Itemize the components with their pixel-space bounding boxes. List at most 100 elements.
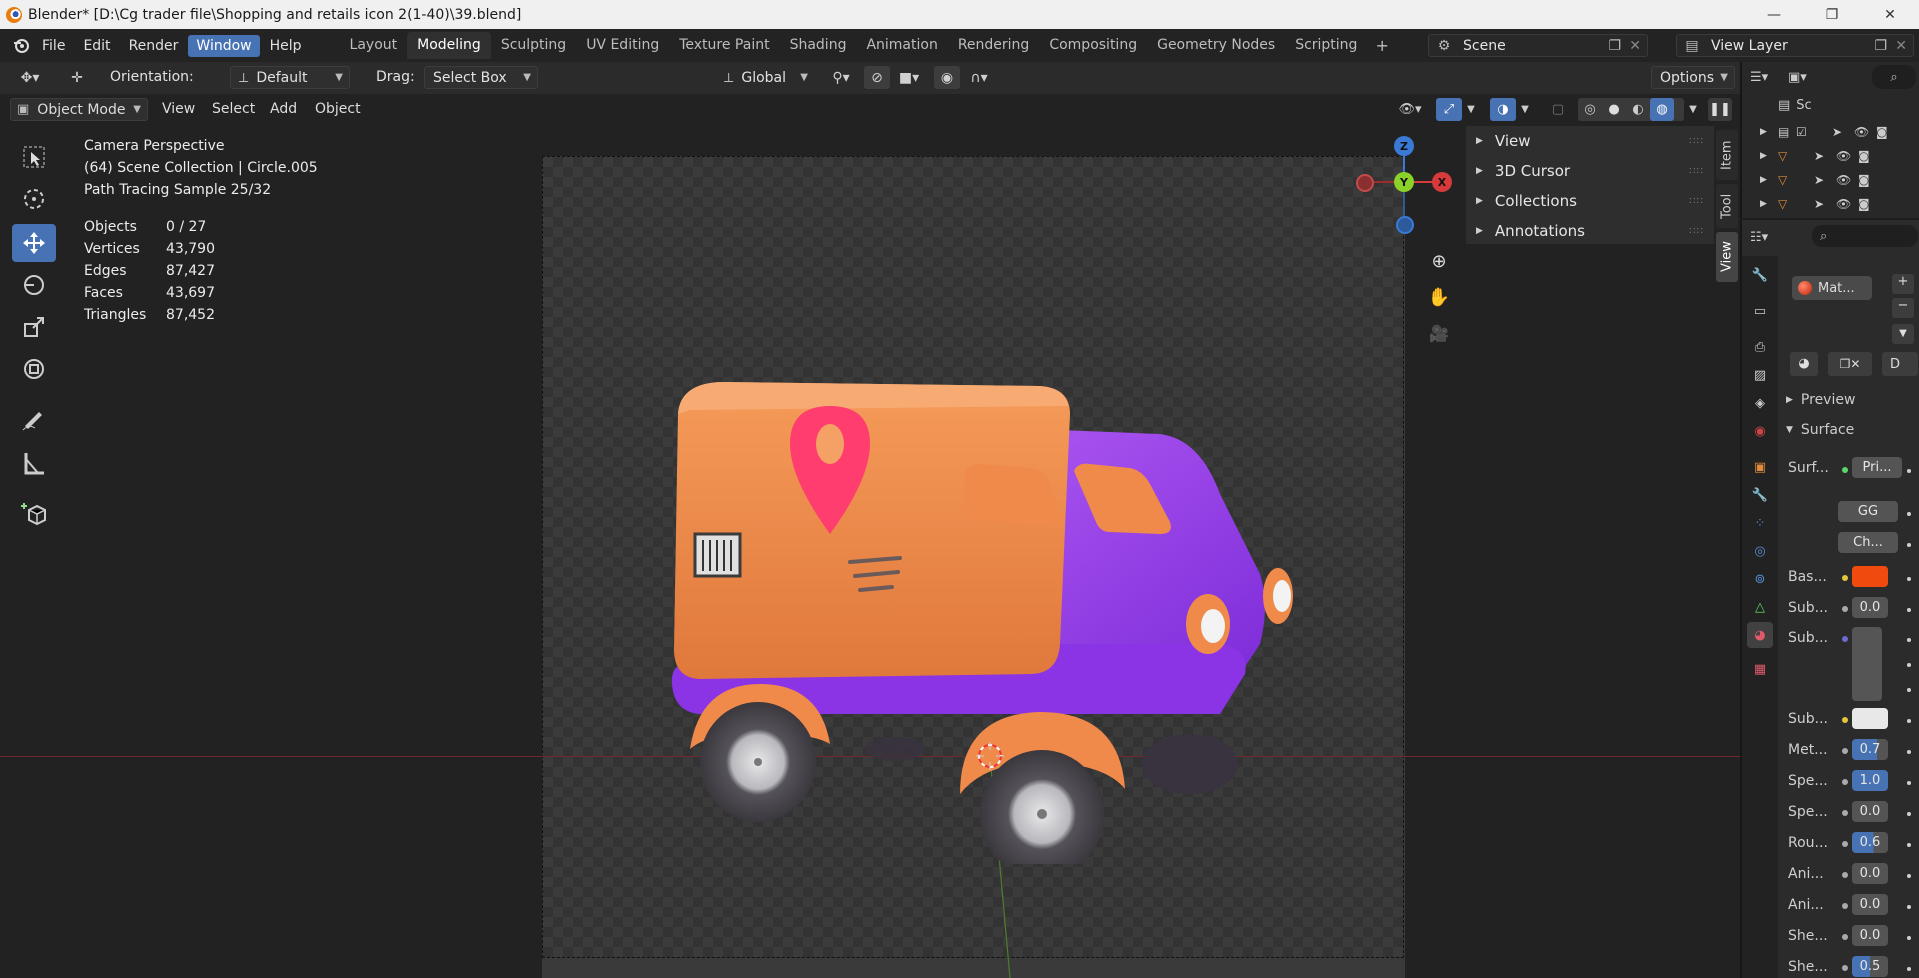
prop-subsurface-color-swatch[interactable] [1852,708,1888,729]
minimize-button[interactable]: — [1745,0,1803,29]
gizmo-z-axis[interactable]: Z [1394,136,1414,156]
prop-sheen-tint-slider[interactable]: 0.5 [1852,956,1888,977]
keyframe-dot-icon[interactable] [1907,843,1911,847]
scene-collection-row[interactable]: ▤ Sc [1778,98,1812,113]
select-arrow-icon[interactable]: ➤ [1814,173,1836,187]
scale-tool[interactable] [12,308,56,346]
xray-toggle-icon[interactable]: ▢ [1546,98,1570,121]
orientation-dropdown[interactable]: ⟂ Default ▼ [230,66,350,89]
pivot-point-icon[interactable]: ⚲▾ [822,66,860,89]
wireframe-shading-icon[interactable]: ◎ [1578,102,1602,117]
remove-slot-button[interactable]: − [1892,298,1914,318]
sidebar-tab-tool[interactable]: Tool [1716,184,1738,228]
transform-tool-icon[interactable]: ✥▾ [10,66,50,89]
sidebar-tab-view[interactable]: View [1716,232,1738,282]
menu-help[interactable]: Help [262,35,310,57]
outliner-row[interactable]: ▶ ▽ ➤ 👁 ◙ [1760,170,1919,190]
maximize-button[interactable]: ❐ [1803,0,1861,29]
keyframe-dot-icon[interactable] [1907,638,1911,642]
outliner-row[interactable]: ▶ ▽ ➤ 👁 ◙ [1760,194,1919,214]
add-slot-button[interactable]: + [1892,274,1914,294]
panel-annotations[interactable]: ▶ Annotations ∷∷ [1466,216,1714,246]
mode-dropdown[interactable]: ▣ Object Mode ▼ [10,98,148,121]
add-cube-tool[interactable] [12,494,56,532]
prop-distribution-dropdown[interactable]: GG [1838,501,1898,522]
viewport-menu-add[interactable]: Add [270,101,297,117]
sidebar-toggle-icon[interactable]: ❚❚ [1708,98,1732,121]
tab-geometry-nodes[interactable]: Geometry Nodes [1147,32,1285,59]
select-box-tool[interactable] [12,138,56,176]
drag-grip-icon[interactable]: ∷∷ [1689,166,1704,177]
prop-specular-slider[interactable]: 1.0 [1852,770,1888,791]
drag-grip-icon[interactable]: ∷∷ [1689,196,1704,207]
editor-type-icon[interactable]: ☰▾ [1750,66,1786,88]
keyframe-dot-icon[interactable] [1907,663,1911,667]
material-browse-icon[interactable]: ◕ [1790,352,1818,376]
menu-render[interactable]: Render [121,35,187,57]
copy-scene-icon[interactable]: ❐ [1608,38,1621,54]
add-workspace-button[interactable]: + [1367,32,1396,59]
camera-view-icon[interactable]: 🎥 [1424,318,1454,348]
material-slot[interactable]: Mat... [1792,276,1872,300]
modifier-tab-icon[interactable]: 🔧 [1747,482,1773,508]
chevron-down-icon[interactable]: ▼ [1462,98,1480,121]
copy-layer-icon[interactable]: ❐ [1874,38,1887,54]
delete-scene-icon[interactable]: ✕ [1629,38,1641,54]
transform-tool[interactable] [12,350,56,388]
delete-layer-icon[interactable]: ✕ [1895,38,1907,54]
proportional-edit-icon[interactable]: ◉ [934,66,960,89]
prop-anisotropic-value[interactable]: 0.0 [1852,863,1888,884]
select-arrow-icon[interactable]: ➤ [1832,125,1854,139]
preview-section[interactable]: ▶ Preview [1786,392,1919,408]
tab-modeling[interactable]: Modeling [407,32,491,59]
keyframe-dot-icon[interactable] [1907,936,1911,940]
tab-uv-editing[interactable]: UV Editing [576,32,669,59]
scene-tab-icon[interactable]: ◈ [1747,390,1773,416]
chevron-down-icon[interactable]: ▼ [1684,98,1702,121]
prop-specular-tint-value[interactable]: 0.0 [1852,801,1888,822]
drag-dropdown[interactable]: Select Box ▼ [424,66,538,89]
close-button[interactable]: ✕ [1861,0,1919,29]
gizmo-neg-z-axis[interactable] [1396,216,1414,234]
eye-icon[interactable]: 👁 [1836,149,1858,163]
search-icon[interactable]: ⌕ [1812,225,1918,247]
solid-shading-icon[interactable]: ● [1602,102,1626,117]
render-tab-icon[interactable]: ▭ [1747,298,1773,324]
select-arrow-icon[interactable]: ➤ [1814,149,1836,163]
blender-menu-icon[interactable] [10,35,32,57]
keyframe-dot-icon[interactable] [1907,874,1911,878]
gizmo-y-axis[interactable]: Y [1394,172,1414,192]
material-tab-icon[interactable]: ◕ [1747,622,1773,648]
particles-tab-icon[interactable]: ⁘ [1747,510,1773,536]
render-camera-icon[interactable]: ◙ [1858,173,1876,187]
texture-tab-icon[interactable]: ▦ [1747,656,1773,682]
render-camera-icon[interactable]: ◙ [1876,125,1894,139]
world-tab-icon[interactable]: ◉ [1747,418,1773,444]
tab-shading[interactable]: Shading [780,32,857,59]
panel-collections[interactable]: ▶ Collections ∷∷ [1466,186,1714,216]
view-layer-tab-icon[interactable]: ▨ [1747,362,1773,388]
viewport-menu-view[interactable]: View [162,101,195,117]
visibility-icon[interactable]: 👁▾ [1392,98,1428,121]
panel-3d-cursor[interactable]: ▶ 3D Cursor ∷∷ [1466,156,1714,186]
tab-scripting[interactable]: Scripting [1285,32,1367,59]
tool-tab-icon[interactable]: 🔧 [1747,262,1773,288]
menu-file[interactable]: File [34,35,73,57]
move-tool[interactable] [12,224,56,262]
eye-icon[interactable]: 👁 [1836,173,1858,187]
prop-roughness-slider[interactable]: 0.6 [1852,832,1888,853]
constraints-tab-icon[interactable]: ⊚ [1747,566,1773,592]
tab-layout[interactable]: Layout [340,32,408,59]
outliner-row[interactable]: ▶ ▽ ➤ 👁 ◙ [1760,146,1919,166]
overlay-toggle-icon[interactable]: ◑ [1490,98,1516,121]
snap-target-icon[interactable]: ■▾ [892,66,926,89]
slot-specials-button[interactable]: ▼ [1892,324,1914,344]
prop-base-color-swatch[interactable] [1852,566,1888,587]
viewport-menu-select[interactable]: Select [212,101,255,117]
editor-type-icon[interactable]: ☷▾ [1750,226,1786,248]
keyframe-dot-icon[interactable] [1907,469,1911,473]
checkbox-icon[interactable]: ☑ [1796,125,1814,139]
data-tab-icon[interactable]: △ [1747,594,1773,620]
transform-space-dropdown[interactable]: ⟂ Global ▼ [716,66,814,89]
data-link-dropdown[interactable]: D [1882,352,1918,376]
